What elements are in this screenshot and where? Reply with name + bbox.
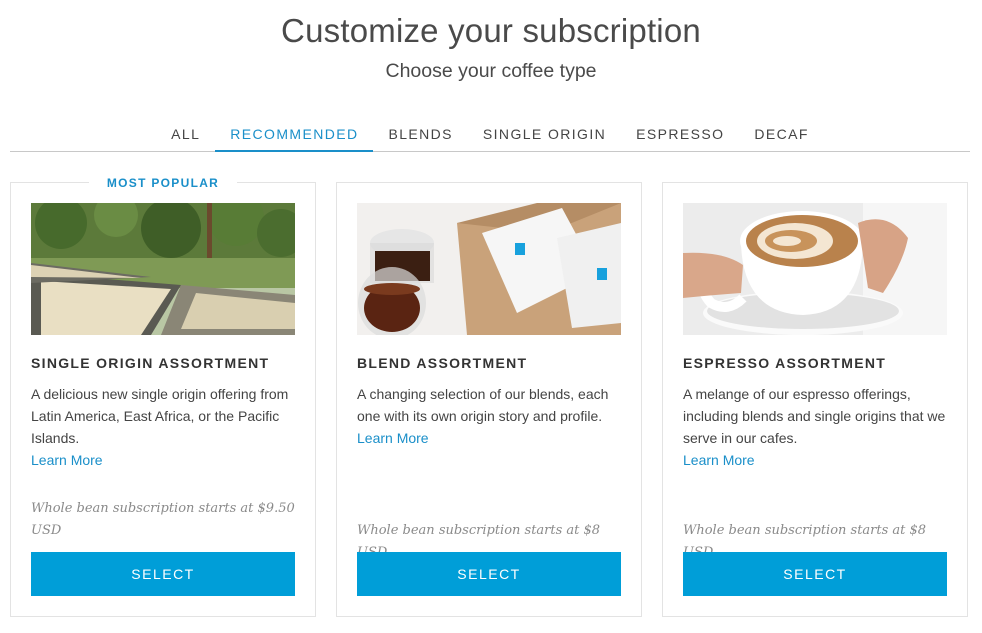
card-description-text: A changing selection of our blends, each… — [357, 386, 609, 424]
card-description: A delicious new single origin offering f… — [31, 383, 303, 471]
latte-art-cup-image — [683, 203, 947, 335]
tab-espresso[interactable]: ESPRESSO — [621, 116, 739, 152]
select-button[interactable]: SELECT — [31, 552, 295, 596]
tab-decaf[interactable]: DECAF — [739, 116, 823, 152]
product-card-espresso: ESPRESSO ASSORTMENT A melange of our esp… — [662, 182, 968, 617]
card-description: A changing selection of our blends, each… — [357, 383, 629, 449]
tab-single-origin[interactable]: SINGLE ORIGIN — [468, 116, 621, 152]
card-title: ESPRESSO ASSORTMENT — [683, 355, 887, 371]
learn-more-link[interactable]: Learn More — [357, 427, 429, 449]
coffee-box-and-cups-image — [357, 203, 621, 335]
card-description-text: A delicious new single origin offering f… — [31, 386, 289, 446]
card-description: A melange of our espresso offerings, inc… — [683, 383, 955, 471]
learn-more-link[interactable]: Learn More — [683, 449, 755, 471]
product-card-blend: BLEND ASSORTMENT A changing selection of… — [336, 182, 642, 617]
tab-all[interactable]: ALL — [156, 116, 215, 152]
page-subtitle: Choose your coffee type — [385, 60, 597, 82]
select-button[interactable]: SELECT — [357, 552, 621, 596]
learn-more-link[interactable]: Learn More — [31, 449, 103, 471]
card-description-text: A melange of our espresso offerings, inc… — [683, 386, 946, 446]
tab-blends[interactable]: BLENDS — [373, 116, 467, 152]
select-button[interactable]: SELECT — [683, 552, 947, 596]
price-text: Whole bean subscription starts at $9.50 … — [31, 501, 295, 538]
most-popular-badge: MOST POPULAR — [89, 176, 237, 192]
card-title: BLEND ASSORTMENT — [357, 355, 528, 371]
page-title: Customize your subscription — [281, 12, 701, 49]
coffee-drying-beds-image — [31, 203, 295, 335]
card-title: SINGLE ORIGIN ASSORTMENT — [31, 355, 270, 371]
product-card-single-origin: MOST POPULAR SINGLE ORIGIN ASSORTMENT A … — [10, 176, 316, 617]
coffee-type-tabs: ALL RECOMMENDED BLENDS SINGLE ORIGIN ESP… — [10, 116, 970, 152]
tab-recommended[interactable]: RECOMMENDED — [215, 116, 374, 152]
